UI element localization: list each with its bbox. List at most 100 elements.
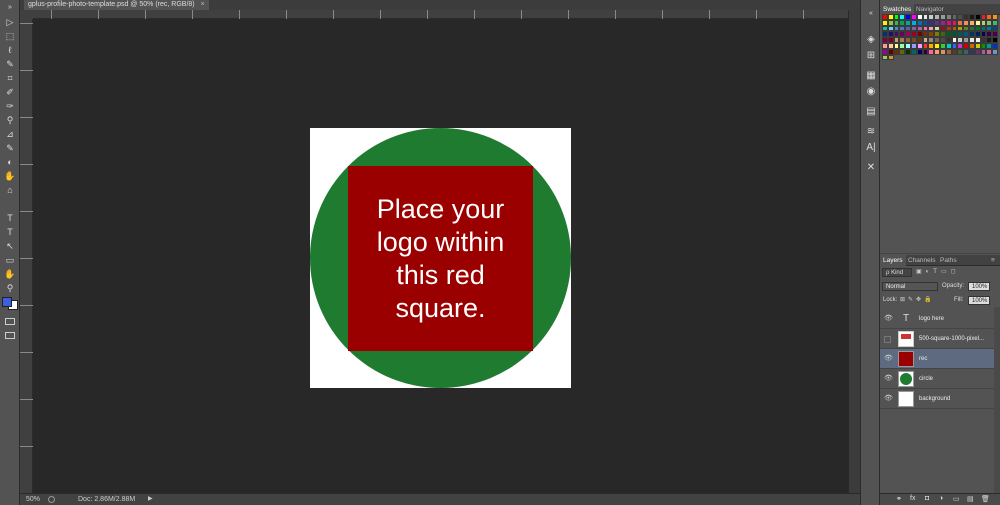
history-brush-tool-icon[interactable]: ✎	[3, 142, 17, 154]
layer-name: rec	[919, 356, 928, 362]
color-swatch[interactable]	[887, 54, 894, 61]
tool-presets-icon[interactable]: ✕	[865, 162, 877, 174]
layers-panel-tabs: Layers Channels Paths ≡	[880, 255, 1000, 266]
close-tab-icon[interactable]: ×	[201, 1, 205, 8]
visibility-eye-icon[interactable]: 👁	[884, 349, 893, 369]
rectangle-tool-icon[interactable]: ▭	[3, 254, 17, 266]
new-group-icon[interactable]: ▭	[953, 495, 960, 503]
layer-row[interactable]: 👁 T logo here	[880, 309, 994, 329]
layer-name: background	[919, 396, 951, 402]
move-tool-icon[interactable]: ▷	[3, 16, 17, 28]
placeholder-logo-text: Place your logo within this red square.	[376, 193, 505, 323]
horizontal-ruler[interactable]	[33, 10, 848, 19]
collapse-icon[interactable]: »	[3, 2, 17, 14]
document-tab-label: gplus-profile-photo-template.psd @ 50% (…	[28, 1, 195, 8]
eyedropper-tool-icon[interactable]: ✐	[3, 86, 17, 98]
layers-list: 👁 T logo here 500-square-1000-pixel... 👁…	[880, 309, 1000, 493]
marquee-tool-icon[interactable]: ⬚	[3, 30, 17, 42]
layer-name: circle	[919, 376, 934, 382]
link-layers-icon[interactable]: ⚭	[896, 495, 902, 503]
smart-object-thumbnail	[898, 331, 914, 347]
document-tab-bar: gplus-profile-photo-template.psd @ 50% (…	[20, 0, 860, 10]
hand-tool-icon[interactable]: ✋	[3, 268, 17, 280]
layer-name: 500-square-1000-pixel...	[919, 336, 985, 342]
type-tool-icon[interactable]: T	[3, 226, 17, 238]
rec-layer-thumbnail	[898, 351, 914, 367]
fill-input[interactable]: 100%	[968, 296, 990, 305]
lock-icons[interactable]: ⊠✎✥🔒	[900, 296, 935, 303]
visibility-eye-icon[interactable]: 👁	[884, 369, 893, 389]
visibility-eye-icon[interactable]: 👁	[884, 309, 893, 329]
new-layer-icon[interactable]: ▤	[967, 495, 974, 503]
panel-divider[interactable]	[880, 246, 1000, 254]
adjustment-layer-icon[interactable]: ◑	[939, 495, 943, 502]
opacity-input[interactable]: 100%	[968, 282, 990, 291]
tab-paths[interactable]: Paths	[937, 255, 960, 266]
layer-row-selected[interactable]: 👁 rec	[880, 349, 994, 369]
swatches-grid[interactable]	[882, 14, 998, 61]
add-mask-icon[interactable]: ◘	[925, 495, 929, 502]
adjustments-panel-icon[interactable]: ◉	[865, 86, 877, 98]
tab-layers[interactable]: Layers	[880, 255, 906, 266]
layer-filter-kind[interactable]: ρ Kind	[882, 268, 912, 277]
text-layer-thumbnail: T	[902, 313, 910, 324]
delete-layer-icon[interactable]: 🗑	[981, 495, 990, 503]
status-icon[interactable]	[48, 496, 55, 503]
lock-label: Lock:	[883, 297, 898, 303]
dodge-tool-icon[interactable]: ⌂	[3, 184, 17, 196]
opacity-label: Opacity:	[942, 283, 965, 289]
background-layer-thumbnail	[898, 391, 914, 407]
gradient-tool-icon[interactable]: ✋	[3, 170, 17, 182]
clone-stamp-tool-icon[interactable]: ⊿	[3, 128, 17, 140]
layers-scrollbar[interactable]	[994, 307, 1000, 493]
document-tab[interactable]: gplus-profile-photo-template.psd @ 50% (…	[24, 0, 209, 10]
properties-panel-icon[interactable]: ▦	[865, 70, 877, 82]
circle-layer-thumbnail	[898, 371, 914, 387]
panel-icon-strip: « ◈ ⊞ ▦ ◉ ▤ ≋ A| ✕	[860, 0, 880, 505]
fx-icon[interactable]: fx	[910, 495, 915, 502]
vertical-scrollbar[interactable]	[848, 10, 860, 493]
layer-row[interactable]: 👁 circle	[880, 369, 994, 389]
quick-mask-icon[interactable]	[5, 318, 15, 325]
layer-row[interactable]: 👁 background	[880, 389, 994, 409]
tools-panel: » ▷ ⬚ ℓ ✎ ⌗ ✐ ✑ ⚲ ⊿ ✎ ◐ ✋ ⌂ T T ↖ ▭ ✋ ⚲	[0, 0, 20, 505]
status-menu-arrow-icon[interactable]: ▶	[148, 494, 153, 505]
fill-label: Fill:	[954, 297, 964, 303]
right-panels: Swatches Navigator Layers Channels Paths…	[880, 0, 1000, 505]
zoom-tool-icon[interactable]: ⚲	[3, 282, 17, 294]
document-canvas[interactable]: Place your logo within this red square.	[310, 128, 571, 388]
screen-mode-icon[interactable]	[5, 332, 15, 339]
brush-presets-icon[interactable]: ≋	[865, 126, 877, 138]
doc-size-info: Doc: 2.86M/2.88M	[78, 496, 136, 503]
layer-filter-icons[interactable]: ▣◐T▭◻	[916, 268, 986, 277]
foreground-color-swatch[interactable]	[2, 297, 12, 307]
visibility-off-box[interactable]	[884, 336, 891, 343]
layer-name: logo here	[919, 316, 945, 322]
layer-row[interactable]: 500-square-1000-pixel...	[880, 329, 994, 349]
pen-tool-icon[interactable]: T	[3, 212, 17, 224]
healing-brush-tool-icon[interactable]: ✑	[3, 100, 17, 112]
ruler-corner	[20, 10, 33, 19]
collapse-panels-icon[interactable]: «	[865, 8, 877, 20]
layers-bottom-bar: ⚭ fx ◘ ◑ ▭ ▤ 🗑	[880, 493, 1000, 505]
canvas-workspace[interactable]: Place your logo within this red square.	[33, 20, 848, 493]
eraser-tool-icon[interactable]: ◐	[3, 156, 17, 168]
lasso-tool-icon[interactable]: ℓ	[3, 44, 17, 56]
visibility-eye-icon[interactable]: 👁	[884, 389, 893, 409]
vertical-ruler[interactable]	[20, 19, 33, 493]
blend-mode-select[interactable]: Normal	[882, 282, 938, 291]
red-square-shape[interactable]: Place your logo within this red square.	[348, 166, 533, 351]
panel-menu-icon[interactable]: ≡	[988, 255, 998, 266]
color-swatch[interactable]	[992, 48, 998, 55]
info-panel-icon[interactable]: ⊞	[865, 50, 877, 62]
quick-select-tool-icon[interactable]: ✎	[3, 58, 17, 70]
crop-tool-icon[interactable]: ⌗	[3, 72, 17, 84]
path-select-tool-icon[interactable]: ↖	[3, 240, 17, 252]
status-bar: 50% Doc: 2.86M/2.88M ▶	[20, 493, 860, 505]
brush-tool-icon[interactable]: ⚲	[3, 114, 17, 126]
character-panel-icon[interactable]: A|	[865, 142, 877, 154]
history-panel-icon[interactable]: ◈	[865, 34, 877, 46]
tab-channels[interactable]: Channels	[905, 255, 938, 266]
zoom-level[interactable]: 50%	[26, 494, 40, 505]
actions-panel-icon[interactable]: ▤	[865, 106, 877, 118]
